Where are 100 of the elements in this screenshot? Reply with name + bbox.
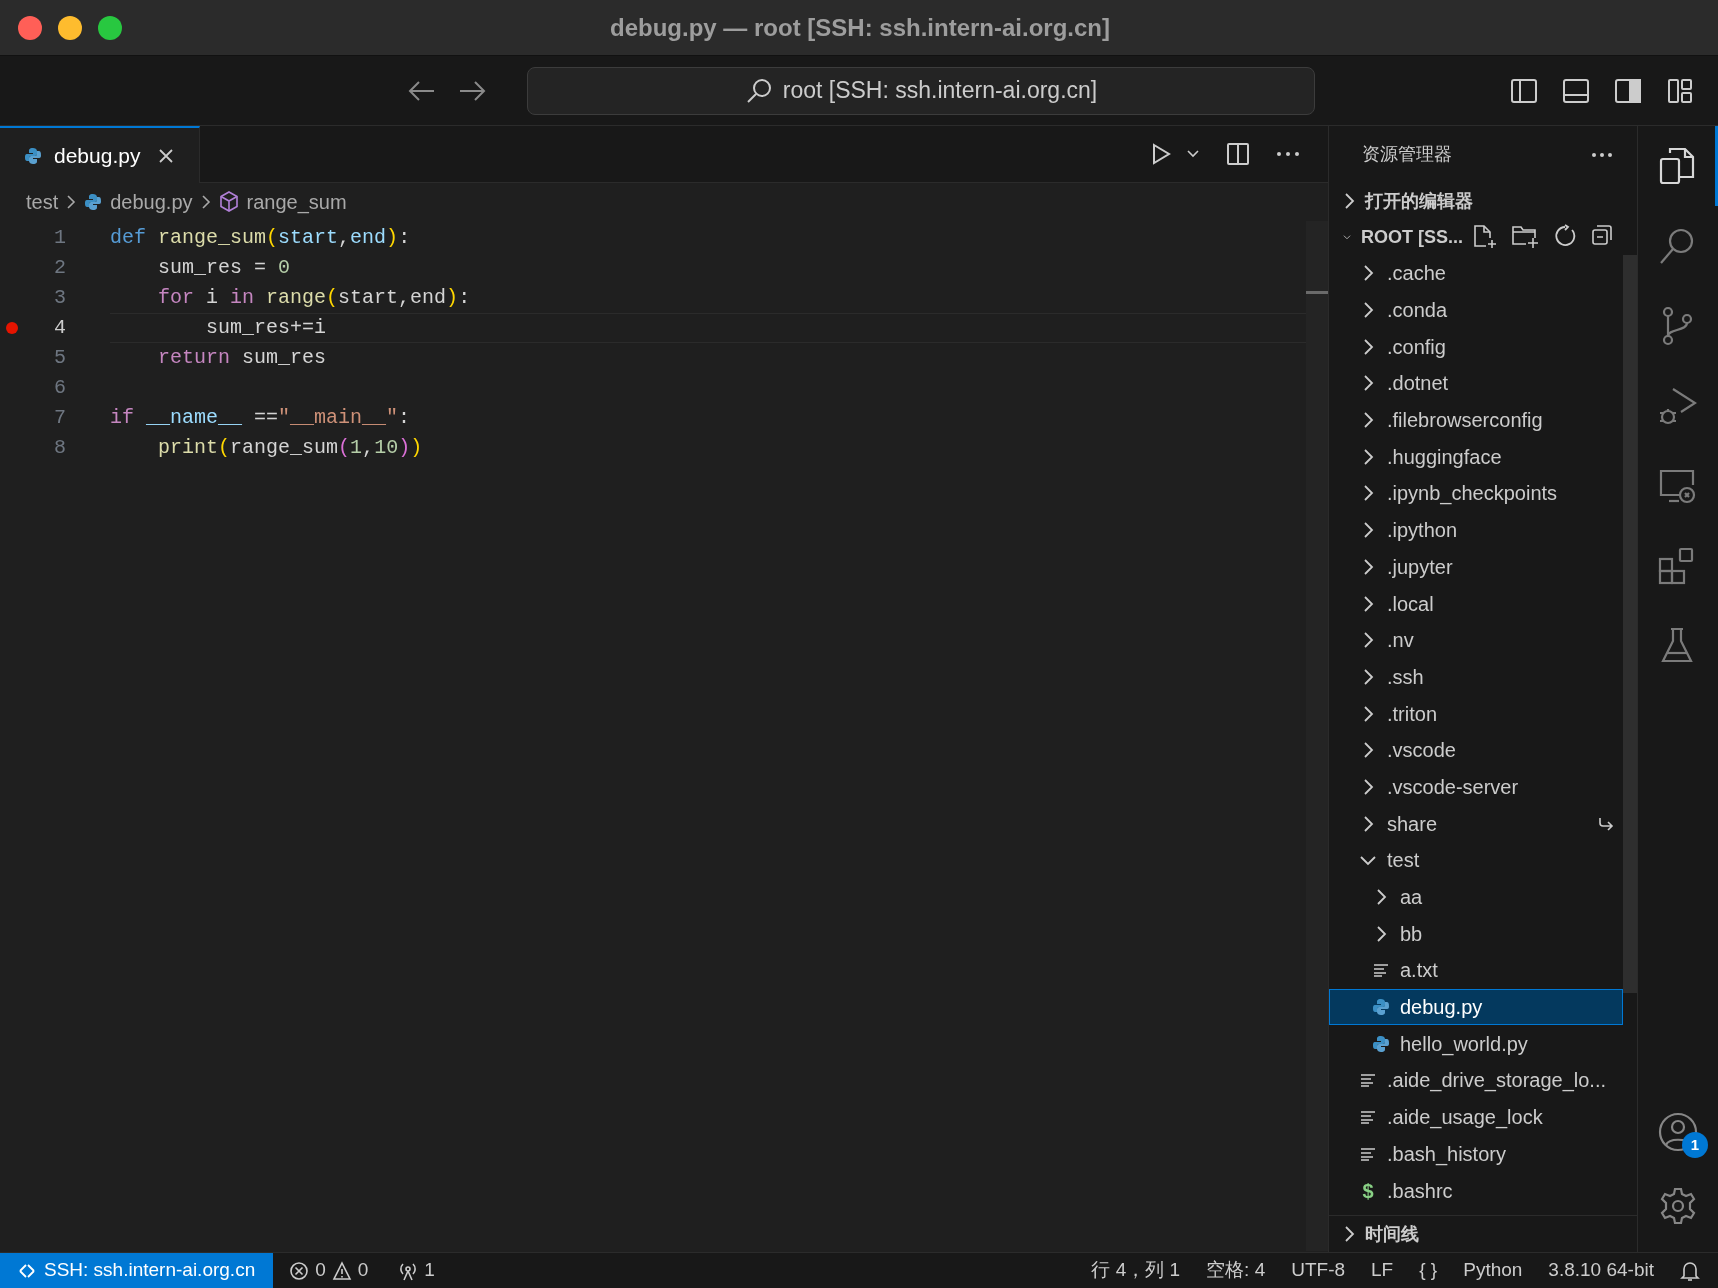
bell-icon[interactable] [1680,1259,1700,1282]
toggle-primary-sidebar-icon[interactable] [1510,76,1538,105]
minimize-window-button[interactable] [58,15,82,40]
tree-item[interactable]: .filebrowserconfig [1329,401,1623,439]
refresh-icon[interactable] [1553,224,1577,248]
tree-item[interactable]: .aide_usage_lock [1329,1098,1623,1136]
text-file-icon [1373,963,1389,978]
python-file-icon [1372,1034,1390,1053]
breadcrumb[interactable]: range_sum [246,187,347,217]
customize-layout-icon[interactable] [1666,76,1694,105]
tree-item[interactable]: hello_world.py [1329,1025,1623,1063]
antenna-icon [398,1260,419,1281]
symlink-arrow-icon [1598,816,1614,831]
chevron-right-icon [1343,1225,1355,1243]
status-item[interactable]: Python [1463,1256,1523,1285]
tree-item[interactable]: debug.py [1329,988,1623,1026]
toggle-panel-icon[interactable] [1562,76,1590,105]
back-arrow-icon[interactable] [407,78,437,103]
run-icon[interactable] [1150,142,1172,166]
split-editor-icon[interactable] [1226,142,1250,166]
command-center-search-field[interactable]: root [SSH: ssh.intern-ai.org.cn] [527,66,1315,115]
chevron-down-icon[interactable] [1186,149,1200,159]
error-icon [289,1260,310,1281]
editor-scrollbar[interactable] [1306,221,1328,1251]
line-number: 6 [53,375,66,401]
tree-item[interactable]: .huggingface [1329,438,1623,476]
code-line: return sum_res [157,345,328,371]
tree-item[interactable]: .aide_drive_storage_lo... [1329,1062,1623,1099]
chevron-right-icon [1362,777,1374,796]
chevron-right-icon [1362,814,1374,833]
toggle-secondary-sidebar-icon[interactable] [1614,76,1642,105]
new-folder-icon[interactable] [1511,224,1539,250]
status-item[interactable]: { } [1419,1256,1438,1285]
collapse-all-icon[interactable] [1591,224,1613,246]
line-number: 5 [53,345,66,371]
tree-item[interactable]: aa [1329,878,1623,916]
code-line: if __name__ =="__main__": [110,405,412,431]
line-number: 1 [53,225,66,251]
problems-indicator[interactable]: 0 0 [289,1256,369,1285]
more-actions-icon[interactable] [1276,151,1300,157]
tree-item[interactable]: .ipynb_checkpoints [1329,475,1623,512]
python-file-icon [1372,998,1390,1017]
more-actions-icon[interactable] [1591,151,1613,158]
status-item[interactable]: LF [1371,1256,1394,1285]
breadcrumb[interactable]: test [26,187,59,217]
chevron-right-icon [200,194,211,210]
tree-item[interactable]: .vscode [1329,731,1623,769]
python-file-icon [24,146,42,165]
sidebar-scrollbar[interactable] [1623,255,1637,993]
forward-arrow-icon[interactable] [457,78,487,103]
line-number: 7 [53,405,66,431]
code-line: sum_res+=i [110,313,1306,343]
tree-item[interactable]: a.txt [1329,952,1623,989]
tree-item[interactable]: test [1329,842,1623,879]
breadcrumb[interactable]: debug.py [110,187,193,217]
tree-item[interactable]: .cache [1329,255,1623,292]
section-header[interactable]: 打开的编辑器 [1329,183,1637,219]
tree-item[interactable]: .jupyter [1329,548,1623,586]
chevron-right-icon [1362,411,1374,430]
tree-item[interactable]: .local [1329,585,1623,622]
tree-item[interactable]: .conda [1329,291,1623,329]
tree-item[interactable]: .vscode-server [1329,768,1623,806]
tree-item[interactable]: .nv [1329,621,1623,659]
tree-item[interactable]: .config [1329,328,1623,366]
code-line: for i in range(start,end): [157,285,472,311]
dollar-icon: $ [1362,1175,1374,1206]
tree-item[interactable]: .bash_history [1329,1135,1623,1173]
status-item[interactable]: 行 4，列 1 [1091,1256,1181,1285]
chevron-right-icon [1362,521,1374,540]
chevron-right-icon [1362,741,1374,760]
section-header[interactable]: ROOT [SS... [1329,219,1637,255]
line-number: 3 [53,285,66,311]
tree-item[interactable]: .dotnet [1329,365,1623,402]
remote-indicator[interactable]: SSH: ssh.intern-ai.org.cn [0,1253,274,1288]
settings-icon[interactable] [1658,1186,1698,1226]
status-item[interactable]: UTF-8 [1291,1256,1346,1285]
status-item[interactable]: 3.8.10 64-bit [1548,1256,1654,1285]
tree-item[interactable]: .ssh [1329,658,1623,696]
tree-item[interactable]: $ .bashrc [1329,1172,1623,1209]
chevron-right-icon [1362,704,1374,723]
tree-item[interactable]: share [1329,805,1623,842]
line-number: 4 [53,315,66,341]
status-item[interactable]: 空格: 4 [1206,1256,1266,1285]
tree-item[interactable]: .ipython [1329,511,1623,549]
tree-item[interactable]: .triton [1329,695,1623,732]
new-file-icon[interactable] [1473,224,1497,250]
editor-tab[interactable]: debug.py [0,126,200,183]
close-icon[interactable] [158,147,175,164]
tree-item[interactable]: bb [1329,915,1623,953]
chevron-right-icon [1362,301,1374,320]
chevron-right-icon [1362,631,1374,650]
sidebar-title: 资源管理器 [1362,143,1452,166]
close-window-button[interactable] [18,15,42,40]
chevron-right-icon [1362,374,1374,393]
ports-indicator[interactable]: 1 [398,1256,435,1285]
chevron-right-icon [1362,594,1374,613]
zoom-window-button[interactable] [98,15,122,40]
section-header[interactable]: 时间线 [1329,1216,1637,1252]
chevron-right-icon [1362,484,1374,503]
text-file-icon [1360,1073,1376,1088]
